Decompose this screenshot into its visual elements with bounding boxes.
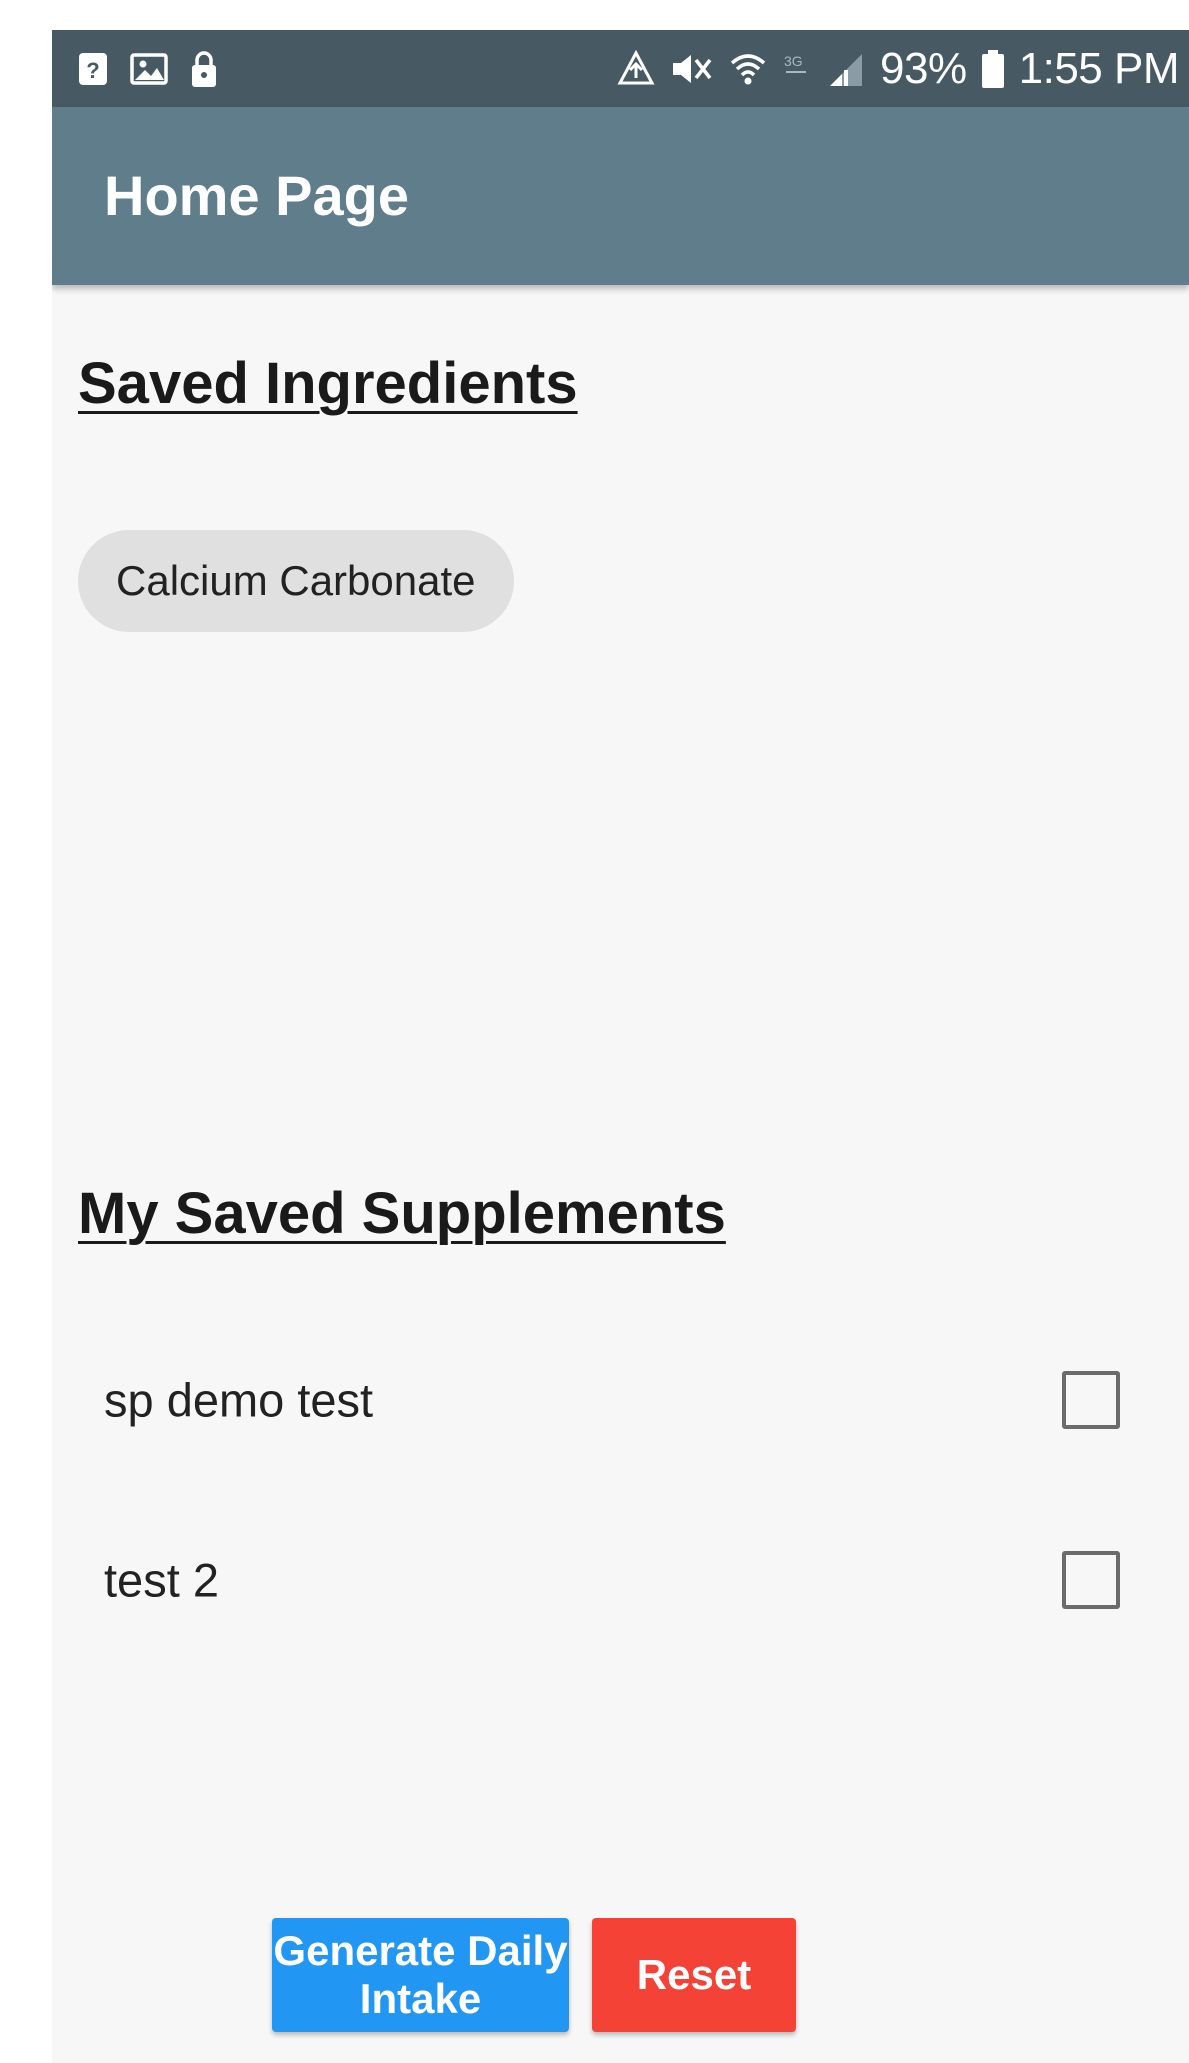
svg-text:?: ? <box>86 58 99 83</box>
app-bar: Home Page <box>52 107 1189 285</box>
list-item[interactable]: test 2 <box>52 1530 1189 1630</box>
list-item[interactable]: sp demo test <box>52 1350 1189 1450</box>
saved-ingredients-heading: Saved Ingredients <box>78 351 578 416</box>
supplement-checkbox[interactable] <box>1062 1551 1120 1609</box>
supplement-label: test 2 <box>104 1553 219 1607</box>
status-bar-left: ? <box>78 48 218 90</box>
image-icon <box>130 53 168 85</box>
data-off-icon: 3G <box>782 50 812 88</box>
status-bar: ? 3G 93% 1:55 PM <box>52 30 1189 107</box>
help-box-icon: ? <box>78 52 108 86</box>
supplement-checkbox[interactable] <box>1062 1371 1120 1429</box>
mute-icon <box>670 50 714 88</box>
saved-supplements-heading: My Saved Supplements <box>78 1181 726 1246</box>
svg-text:3G: 3G <box>784 53 803 69</box>
wifi-icon <box>728 50 768 88</box>
status-time: 1:55 PM <box>1018 44 1180 93</box>
status-bar-right: 3G 93% 1:55 PM <box>616 40 1180 98</box>
supplement-label: sp demo test <box>104 1373 374 1427</box>
app-screen: ? 3G 93% 1:55 PM Home Page Saved Ingredi… <box>52 30 1189 2063</box>
ingredient-chip[interactable]: Calcium Carbonate <box>78 530 514 632</box>
battery-percent: 93% <box>880 44 967 93</box>
page-title: Home Page <box>104 164 409 227</box>
generate-daily-intake-button[interactable]: Generate Daily Intake <box>272 1918 569 2032</box>
recycle-upload-icon <box>616 50 656 88</box>
reset-button[interactable]: Reset <box>592 1918 796 2032</box>
signal-icon <box>826 50 866 88</box>
lock-icon <box>190 50 218 88</box>
battery-icon <box>981 49 1005 89</box>
